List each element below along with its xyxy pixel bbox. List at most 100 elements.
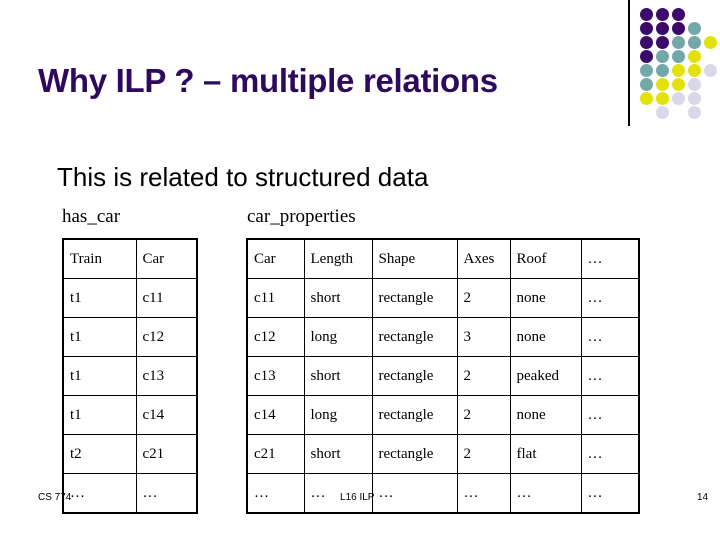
footer-page-number: 14: [697, 492, 709, 503]
table-cell: …: [580, 278, 640, 318]
table-row: t1 c14: [62, 395, 198, 435]
table-cell: flat: [509, 434, 582, 474]
decorative-dot: [672, 92, 685, 105]
table-row: c14 long rectangle 2 none…: [246, 395, 640, 435]
decorative-dot: [656, 8, 669, 21]
table-caption-has-car: has_car: [62, 206, 121, 227]
table-cell: c13: [135, 356, 198, 396]
table-row: ………………: [246, 473, 640, 514]
footer-lecture-label: L16 ILP: [340, 492, 375, 503]
decorative-dot: [656, 22, 669, 35]
has-car-table: Train Car t1 c11 t1 c12 t1 c13 t1 c14 t2 c21……: [62, 238, 198, 514]
car-properties-column-header: …: [580, 238, 640, 279]
decorative-dot: [640, 92, 653, 105]
table-row: t1 c12: [62, 317, 198, 357]
table-cell: none: [509, 395, 582, 435]
has-car-table-body: Train Car t1 c11 t1 c12 t1 c13 t1 c14 t2 c21……: [62, 238, 198, 514]
table-cell: rectangle: [371, 356, 458, 396]
table-cell: …: [246, 473, 305, 514]
table-cell: 2: [456, 278, 511, 318]
table-cell: …: [580, 473, 640, 514]
table-cell: peaked: [509, 356, 582, 396]
table-cell: 2: [456, 395, 511, 435]
decorative-dot: [656, 106, 669, 119]
table-cell: rectangle: [371, 278, 458, 318]
decorative-dot: [640, 50, 653, 63]
table-cell: short: [303, 356, 373, 396]
table-row: t1 c11: [62, 278, 198, 318]
page-title: Why ILP ? – multiple relations: [38, 62, 498, 99]
table-cell: …: [509, 473, 582, 514]
decorative-dot-grid: [640, 8, 720, 120]
table-cell: c13: [246, 356, 305, 396]
decorative-dot: [640, 22, 653, 35]
decorative-dot: [640, 36, 653, 49]
decorative-dot: [704, 64, 717, 77]
table-cell: short: [303, 434, 373, 474]
table-cell: …: [580, 356, 640, 396]
table-cell: t1: [62, 278, 137, 318]
table-cell: c21: [135, 434, 198, 474]
table-cell: …: [62, 473, 137, 514]
table-cell: rectangle: [371, 395, 458, 435]
table-cell: t1: [62, 395, 137, 435]
decorative-dot: [688, 64, 701, 77]
decorative-dot: [688, 78, 701, 91]
table-cell: 3: [456, 317, 511, 357]
table-cell: t1: [62, 356, 137, 396]
car-properties-column-header: Shape: [371, 238, 458, 279]
table-cell: …: [371, 473, 458, 514]
decorative-dot: [672, 50, 685, 63]
has-car-column-header: Train: [62, 238, 137, 279]
car-properties-header-row: Car Length Shape Axes Roof…: [246, 238, 640, 279]
car-properties-column-header: Length: [303, 238, 373, 279]
decorative-dot: [688, 50, 701, 63]
table-cell: t2: [62, 434, 137, 474]
table-cell: rectangle: [371, 317, 458, 357]
decorative-dot: [640, 8, 653, 21]
table-cell: none: [509, 317, 582, 357]
decorative-dot: [656, 50, 669, 63]
decorative-dot: [688, 36, 701, 49]
has-car-header-row: Train Car: [62, 238, 198, 279]
table-cell: long: [303, 317, 373, 357]
table-cell: c14: [246, 395, 305, 435]
car-properties-column-header: Axes: [456, 238, 511, 279]
table-cell: c21: [246, 434, 305, 474]
car-properties-table: Car Length Shape Axes Roof… c11 short rectangle…: [246, 238, 640, 514]
car-properties-column-header: Roof: [509, 238, 582, 279]
table-cell: c11: [135, 278, 198, 318]
table-cell: c11: [246, 278, 305, 318]
table-cell: t1: [62, 317, 137, 357]
decorative-dot: [672, 8, 685, 21]
table-cell: short: [303, 278, 373, 318]
car-properties-column-header: Car: [246, 238, 305, 279]
table-cell: …: [580, 395, 640, 435]
table-cell: …: [580, 434, 640, 474]
decorative-dot: [688, 22, 701, 35]
table-cell: 2: [456, 356, 511, 396]
table-caption-car-properties: car_properties: [247, 206, 356, 227]
table-cell: c14: [135, 395, 198, 435]
table-cell: c12: [246, 317, 305, 357]
decorative-dot: [656, 92, 669, 105]
decorative-dot: [640, 78, 653, 91]
decorative-dot: [656, 64, 669, 77]
table-row: ……: [62, 473, 198, 514]
car-properties-table-body: Car Length Shape Axes Roof… c11 short rectangle…: [246, 238, 640, 514]
table-cell: none: [509, 278, 582, 318]
decorative-dot: [656, 36, 669, 49]
decorative-dot: [672, 36, 685, 49]
table-row: c12 long rectangle 3 none…: [246, 317, 640, 357]
table-row: c21 short rectangle 2 flat…: [246, 434, 640, 474]
decorative-dot: [672, 78, 685, 91]
table-cell: …: [456, 473, 511, 514]
table-cell: rectangle: [371, 434, 458, 474]
table-cell: c12: [135, 317, 198, 357]
decorative-dot: [656, 78, 669, 91]
has-car-column-header: Car: [135, 238, 198, 279]
decorative-dot: [688, 106, 701, 119]
decorative-dot: [640, 64, 653, 77]
slide-subtitle: This is related to structured data: [57, 162, 429, 192]
table-cell: …: [135, 473, 198, 514]
